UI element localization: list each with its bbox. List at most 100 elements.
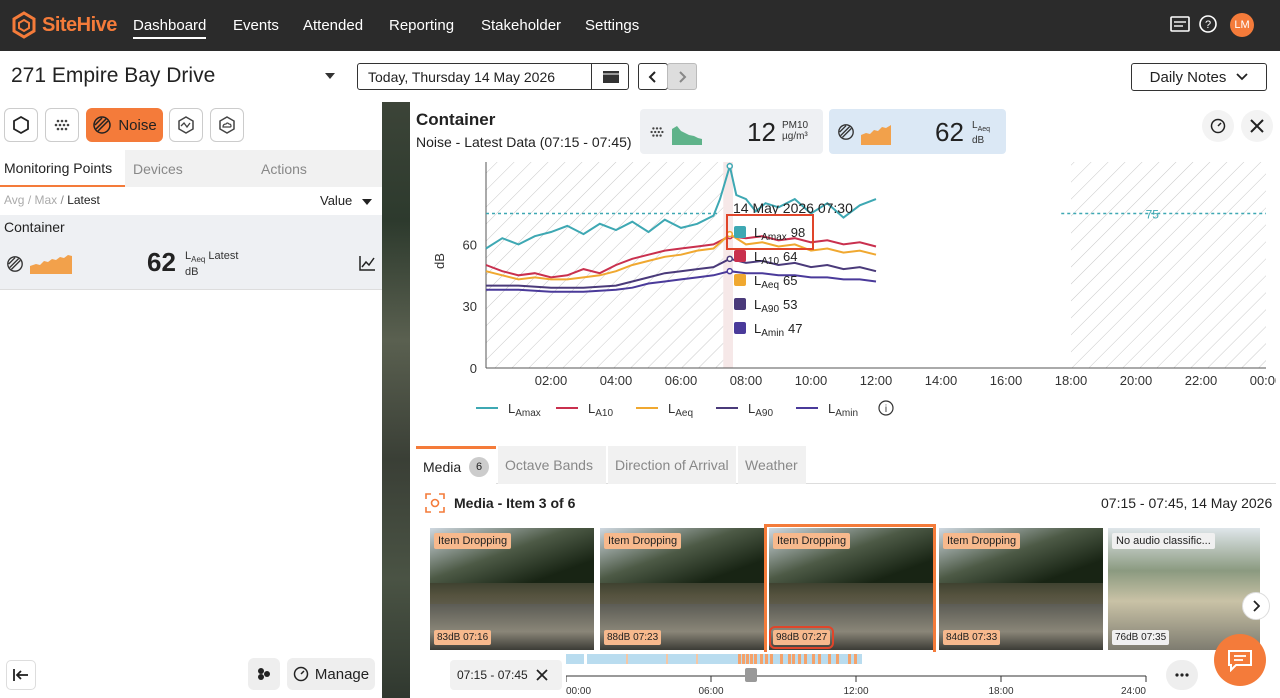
chat-icon [1228, 650, 1252, 672]
chart-tooltip: 14 May 2026 07:30LAmax 98LA10 64LAeq 65LA90… [726, 200, 853, 339]
tooltip-time: 14 May 2026 07:30 [733, 200, 853, 216]
chevron-down-icon[interactable] [324, 72, 336, 80]
line-chart-icon[interactable] [359, 255, 376, 271]
x-tick-label: 20:00 [1120, 373, 1153, 388]
timeline-event-mark [792, 654, 795, 664]
history-button[interactable] [1202, 110, 1234, 142]
media-item-level: 88dB 07:23 [604, 630, 662, 645]
nav-stakeholder[interactable]: Stakeholder [481, 17, 561, 34]
filter-all-button[interactable] [4, 108, 38, 142]
x-tick-label: 14:00 [925, 373, 958, 388]
noise-chart[interactable]: 0 30 60 dB 02:00 04:00 06:00 08:00 10:00 12:00 14:… [416, 158, 1276, 428]
collapse-sidebar-button[interactable] [6, 660, 36, 690]
noise-icon [7, 256, 23, 272]
timeline-event-mark [770, 654, 773, 664]
media-item[interactable]: Item Dropping 84dB 07:33 [939, 528, 1103, 650]
media-item[interactable]: Item Dropping 83dB 07:16 [430, 528, 594, 650]
nav-settings[interactable]: Settings [585, 17, 639, 34]
metric-suffix: Latest [208, 250, 239, 262]
x-tick-label: 04:00 [600, 373, 633, 388]
media-timeline[interactable]: 00:00 06:00 12:00 18:00 24:00 [566, 652, 1162, 698]
panel-title: Container [416, 110, 496, 129]
tab-direction-of-arrival[interactable]: Direction of Arrival [608, 446, 736, 484]
date-value: Today, Thursday 14 May 2026 [368, 69, 556, 85]
tab-weather[interactable]: Weather [738, 446, 806, 484]
daily-notes-button[interactable]: Daily Notes [1131, 63, 1267, 91]
media-selection-frame [764, 524, 936, 652]
prev-day-button[interactable] [638, 63, 668, 90]
close-panel-button[interactable] [1241, 110, 1273, 142]
monitoring-point-value: 62 [147, 247, 176, 277]
chevron-left-icon [648, 70, 656, 83]
filter-dust-button[interactable] [45, 108, 79, 142]
value-select[interactable]: Value [320, 193, 372, 208]
timeline-tick-label: 00:00 [566, 686, 591, 697]
next-day-button[interactable] [667, 63, 697, 90]
pm10-card[interactable]: 12 PM10 µg/m³ [640, 109, 823, 154]
hexagon-icon [13, 115, 29, 135]
calendar-icon [602, 70, 619, 83]
tab-monitoring-points[interactable]: Monitoring Points [0, 150, 125, 187]
tab-media[interactable]: Media 6 [416, 446, 496, 484]
sparkline-icon [30, 255, 72, 274]
crumb-latest[interactable]: Latest [67, 193, 100, 207]
manage-button[interactable]: Manage [287, 658, 375, 690]
noise-sparkline-icon [861, 125, 891, 145]
pm10-unit: PM10 µg/m³ [782, 120, 808, 142]
media-item-level: 84dB 07:33 [943, 630, 1001, 645]
logo[interactable]: SiteHive [10, 9, 117, 41]
tab-devices[interactable]: Devices [129, 150, 253, 187]
series-point [726, 162, 733, 170]
filter-vibration-button[interactable] [169, 108, 203, 142]
crumb-avg[interactable]: Avg [4, 193, 24, 207]
pm10-unit-text: µg/m³ [782, 131, 808, 142]
timeline-event-mark [666, 654, 668, 664]
time-range-chip[interactable]: 07:15 - 07:45 [450, 660, 562, 690]
nav-attended[interactable]: Attended [303, 17, 363, 34]
nav-dashboard[interactable]: Dashboard [133, 17, 207, 39]
noise-card[interactable]: 62 LAeq dB [829, 109, 1006, 154]
series-point [726, 267, 733, 275]
dust-icon [650, 127, 664, 137]
crumb-max[interactable]: Max [35, 193, 58, 207]
cluster-button[interactable] [248, 658, 280, 690]
weather-icon [219, 116, 235, 134]
avatar[interactable]: LM [1230, 13, 1254, 37]
timeline-tick-label: 12:00 [843, 686, 868, 697]
next-media-button[interactable] [1242, 592, 1270, 620]
timeline-event-mark [818, 654, 821, 664]
y-tick-label: 60 [463, 237, 477, 252]
calendar-button[interactable] [591, 63, 629, 90]
pm-sparkline-icon [672, 126, 702, 145]
tab-octave-bands[interactable]: Octave Bands [498, 446, 606, 484]
caret-down-icon [361, 199, 372, 205]
chat-button[interactable] [1214, 634, 1266, 686]
media-title: Media - Item 3 of 6 [454, 495, 576, 511]
nav-events[interactable]: Events [233, 17, 279, 34]
map-view[interactable] [382, 102, 410, 698]
notes-icon[interactable] [1169, 13, 1191, 35]
x-tick-label: 22:00 [1185, 373, 1218, 388]
timeline-event-mark [780, 654, 783, 664]
filter-weather-button[interactable] [210, 108, 244, 142]
tab-actions[interactable]: Actions [257, 150, 382, 187]
x-tick-label: 00:00 [1250, 373, 1276, 388]
close-icon[interactable] [536, 669, 548, 681]
tooltip-swatch [734, 322, 746, 334]
site-title[interactable]: 271 Empire Bay Drive [11, 64, 215, 88]
media-item[interactable]: Item Dropping 88dB 07:23 [600, 528, 764, 650]
crumb-separator: / [27, 193, 32, 207]
filter-noise-button[interactable]: Noise [86, 108, 163, 142]
noise-value: 62 [935, 117, 964, 147]
more-options-button[interactable] [1166, 660, 1198, 690]
y-tick-label: 0 [470, 361, 477, 376]
media-item[interactable]: No audio classific... 76dB 07:35 [1108, 528, 1260, 650]
nav-reporting[interactable]: Reporting [389, 17, 454, 34]
breadcrumb: Avg / Max / Latest [4, 193, 100, 207]
hatch-region [486, 162, 724, 368]
date-field[interactable]: Today, Thursday 14 May 2026 [357, 63, 629, 90]
brand-name: SiteHive [42, 13, 117, 36]
help-icon[interactable]: ? [1197, 13, 1219, 35]
monitoring-point-unit: LAeq Latest dB [185, 250, 238, 279]
timeline-scrubber[interactable] [745, 668, 757, 682]
